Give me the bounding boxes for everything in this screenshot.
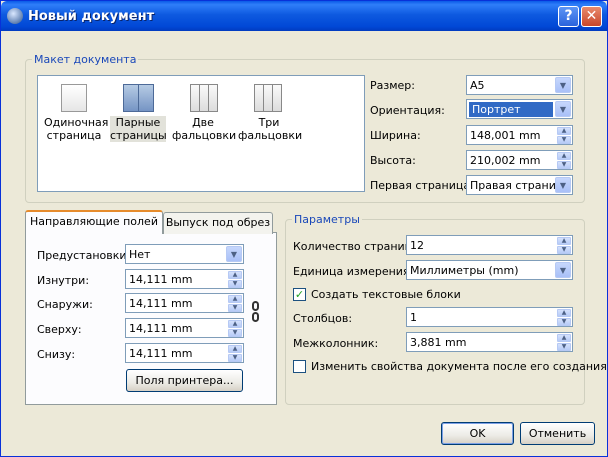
spin-down-icon[interactable]: ▼ (228, 354, 242, 362)
layout-facing-line1: Парные (115, 116, 161, 129)
layout-facing-pages[interactable]: Парные страницы (110, 84, 167, 142)
gap-value: 3,881 mm (410, 336, 467, 349)
units-label: Единица измерения: (293, 265, 414, 278)
layout-list: Одиночная страница Парные страницы Две фаль… (37, 75, 365, 192)
layout-bifold-line1: Две (192, 116, 214, 129)
chevron-down-icon[interactable]: ▼ (555, 77, 571, 93)
spin-up-icon[interactable]: ▲ (557, 309, 571, 317)
new-document-dialog: Новый документ ? ✕ Макет документа Одино… (0, 0, 608, 457)
units-value: Миллиметры (mm) (410, 264, 519, 277)
inside-label: Изнутри: (37, 274, 90, 287)
spin-up-icon[interactable]: ▲ (557, 237, 571, 245)
units-select[interactable]: Миллиметры (mm) ▼ (406, 260, 573, 280)
outside-value: 14,111 mm (129, 297, 193, 310)
outside-field[interactable]: 14,111 mm ▲ ▼ (125, 293, 244, 313)
layout-single-line1: Одиночная (44, 116, 109, 129)
options-title: Параметры (292, 213, 362, 226)
top-label: Сверху: (37, 323, 82, 336)
bottom-field[interactable]: 14,111 mm ▲ ▼ (125, 343, 244, 363)
spin-down-icon[interactable]: ▼ (228, 280, 242, 288)
window-title: Новый документ (28, 9, 155, 24)
top-field[interactable]: 14,111 mm ▲ ▼ (125, 318, 244, 338)
create-text-frames-label: Создать текстовые блоки (311, 288, 461, 301)
size-label: Размер: (370, 79, 415, 92)
single-page-icon (57, 84, 91, 112)
layout-trifold-line1: Три (258, 116, 280, 129)
presets-value: Нет (129, 248, 151, 261)
page-count-value: 12 (410, 239, 424, 252)
spin-up-icon[interactable]: ▲ (228, 271, 242, 279)
inside-field[interactable]: 14,111 mm ▲ ▼ (125, 269, 244, 289)
orientation-select[interactable]: Портрет ▼ (466, 99, 573, 119)
help-button[interactable]: ? (558, 6, 579, 27)
height-value: 210,002 mm (470, 154, 541, 167)
layout-bifold[interactable]: Две фальцовки (172, 84, 237, 142)
spin-down-icon[interactable]: ▼ (557, 136, 571, 144)
first-page-select[interactable]: Правая страница ▼ (466, 175, 573, 195)
spin-up-icon[interactable]: ▲ (557, 334, 571, 342)
layout-trifold-line2: фальцовки (238, 129, 303, 142)
orientation-label: Ориентация: (370, 104, 445, 117)
height-label: Высота: (370, 154, 416, 167)
columns-label: Столбцов: (293, 312, 353, 325)
chevron-down-icon[interactable]: ▼ (226, 246, 242, 262)
change-settings-checkbox[interactable] (293, 360, 306, 373)
spin-down-icon[interactable]: ▼ (228, 329, 242, 337)
change-settings-label: Изменить свойства документа после его со… (311, 360, 607, 373)
width-value: 148,001 mm (470, 129, 541, 142)
spin-up-icon[interactable]: ▲ (228, 295, 242, 303)
columns-field[interactable]: 1 ▲ ▼ (406, 307, 573, 327)
layout-single-line2: страница (46, 129, 102, 142)
top-value: 14,111 mm (129, 322, 193, 335)
trifold-icon (252, 84, 286, 112)
inside-value: 14,111 mm (129, 273, 193, 286)
page-count-field[interactable]: 12 ▲ ▼ (406, 235, 573, 255)
cancel-button[interactable]: Отменить (520, 422, 595, 445)
spin-up-icon[interactable]: ▲ (228, 345, 242, 353)
layout-trifold[interactable]: Три фальцовки (238, 84, 303, 142)
chevron-down-icon[interactable]: ▼ (555, 262, 571, 278)
page-count-label: Количество страниц: (293, 240, 416, 253)
bottom-label: Снизу: (37, 348, 76, 361)
layout-bifold-line2: фальцовки (172, 129, 237, 142)
layout-facing-line2: страницы (110, 129, 167, 142)
chevron-down-icon[interactable]: ▼ (555, 101, 571, 117)
printer-margins-button[interactable]: Поля принтера... (126, 369, 243, 392)
spin-down-icon[interactable]: ▼ (557, 246, 571, 254)
layout-single-page[interactable]: Одиночная страница (44, 84, 109, 142)
first-page-label: Первая страница: (370, 179, 474, 192)
app-icon (7, 8, 23, 24)
spin-down-icon[interactable]: ▼ (557, 343, 571, 351)
spin-down-icon[interactable]: ▼ (228, 304, 242, 312)
document-layout-title: Макет документа (32, 53, 139, 66)
outside-label: Снаружи: (37, 298, 93, 311)
orientation-value: Портрет (469, 102, 553, 117)
spin-up-icon[interactable]: ▲ (557, 127, 571, 135)
columns-value: 1 (410, 311, 417, 324)
tab-margin-guides[interactable]: Направляющие полей (25, 210, 163, 234)
create-text-frames-checkbox[interactable]: ✓ (293, 288, 306, 301)
width-field[interactable]: 148,001 mm ▲ ▼ (466, 125, 573, 145)
height-field[interactable]: 210,002 mm ▲ ▼ (466, 150, 573, 170)
title-bar: Новый документ ? ✕ (1, 1, 607, 31)
link-chain-icon[interactable] (251, 300, 260, 327)
presets-select[interactable]: Нет ▼ (125, 244, 244, 264)
bifold-icon (186, 84, 220, 112)
tab-bleed[interactable]: Выпуск под обрез (163, 212, 273, 234)
chevron-down-icon[interactable]: ▼ (555, 177, 571, 193)
spin-down-icon[interactable]: ▼ (557, 318, 571, 326)
presets-label: Предустановки: (37, 249, 131, 262)
spin-up-icon[interactable]: ▲ (557, 152, 571, 160)
size-value: A5 (470, 79, 485, 92)
spin-up-icon[interactable]: ▲ (228, 320, 242, 328)
ok-button[interactable]: OK (441, 422, 514, 445)
gap-field[interactable]: 3,881 mm ▲ ▼ (406, 332, 573, 352)
size-select[interactable]: A5 ▼ (466, 75, 573, 95)
facing-pages-icon (121, 84, 155, 112)
bottom-value: 14,111 mm (129, 347, 193, 360)
close-button[interactable]: ✕ (581, 6, 602, 27)
spin-down-icon[interactable]: ▼ (557, 161, 571, 169)
width-label: Ширина: (370, 129, 421, 142)
gap-label: Межколонник: (293, 337, 379, 350)
